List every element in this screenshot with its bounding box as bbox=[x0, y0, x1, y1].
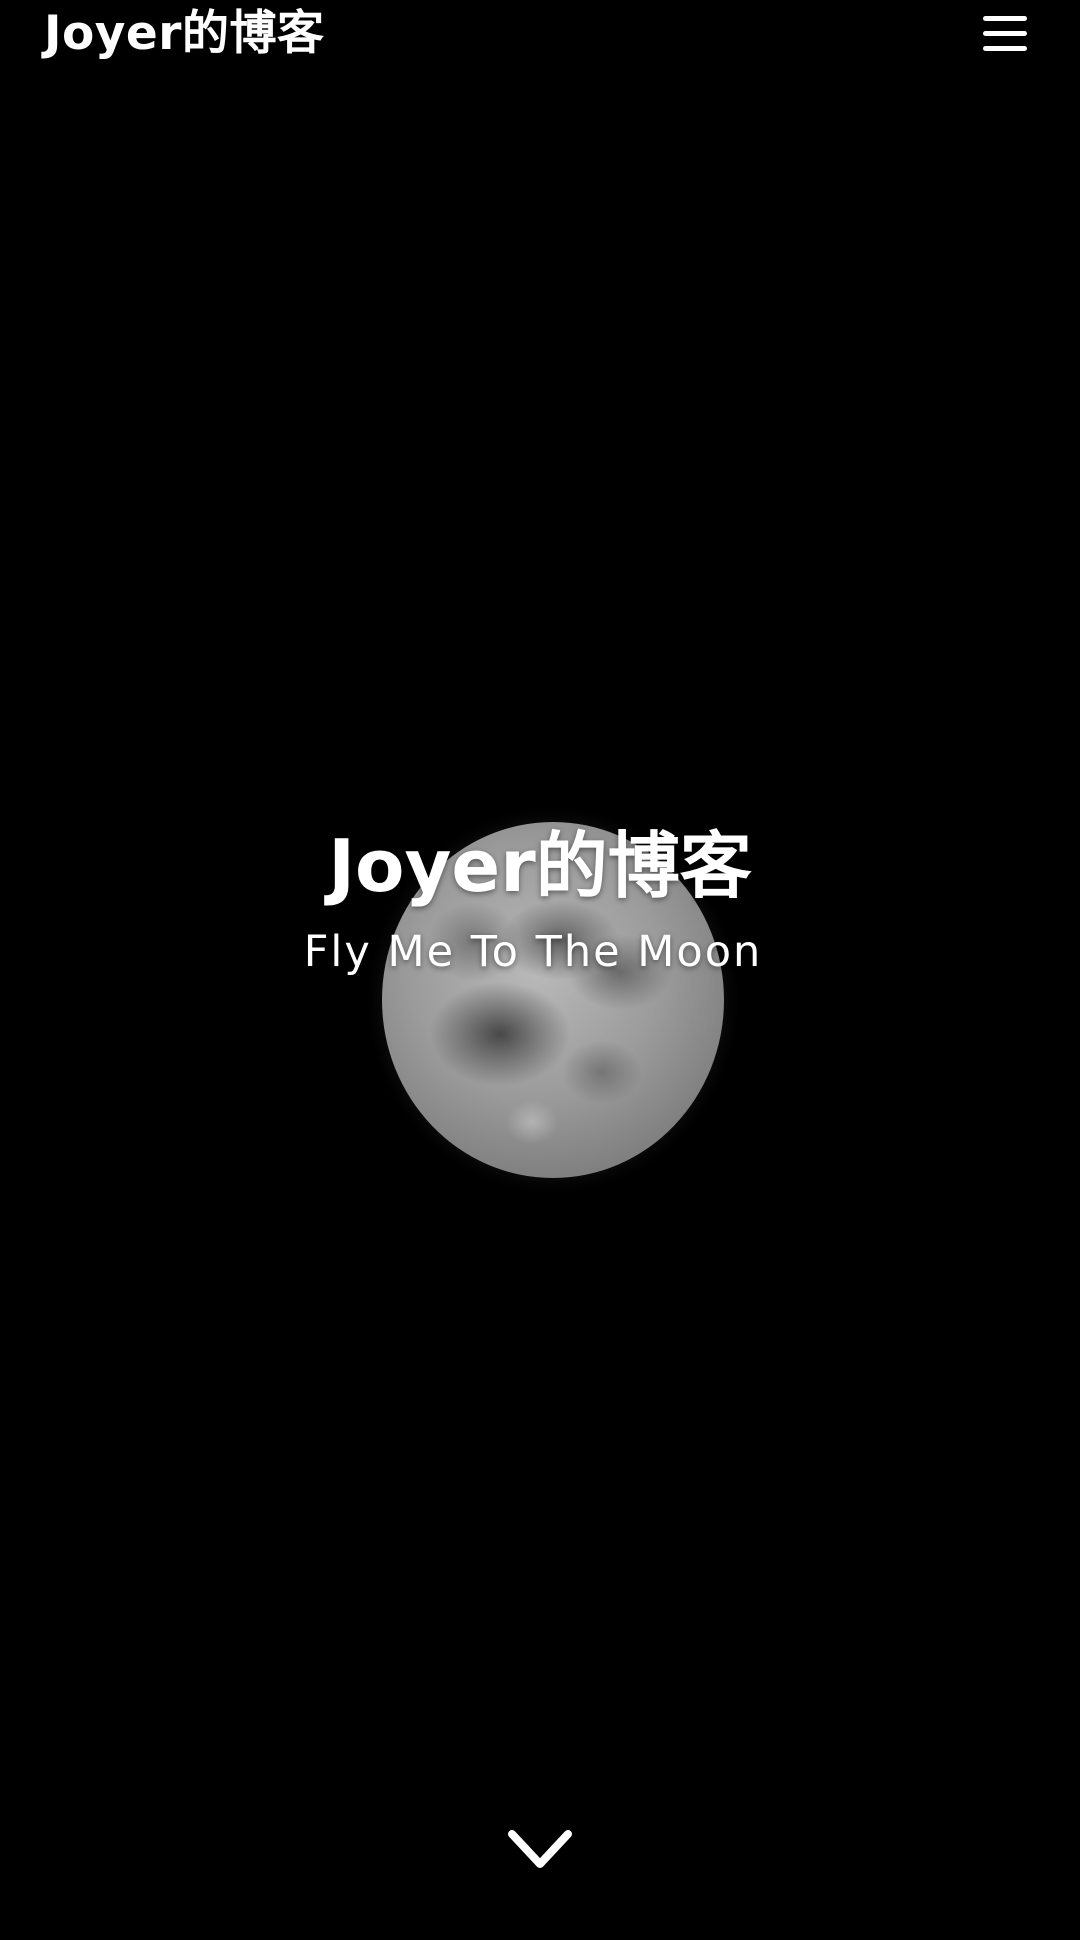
chevron-down-icon bbox=[508, 1830, 572, 1868]
scroll-down-button[interactable] bbox=[506, 1826, 574, 1874]
menu-button[interactable] bbox=[982, 14, 1028, 54]
site-brand-link[interactable]: Joyer的博客 bbox=[44, 2, 324, 66]
top-navbar: Joyer的博客 bbox=[0, 0, 1080, 80]
hero-subtitle: Fly Me To The Moon bbox=[303, 927, 763, 977]
hero-title: Joyer的博客 bbox=[328, 824, 752, 908]
hamburger-menu-icon bbox=[983, 16, 1027, 51]
